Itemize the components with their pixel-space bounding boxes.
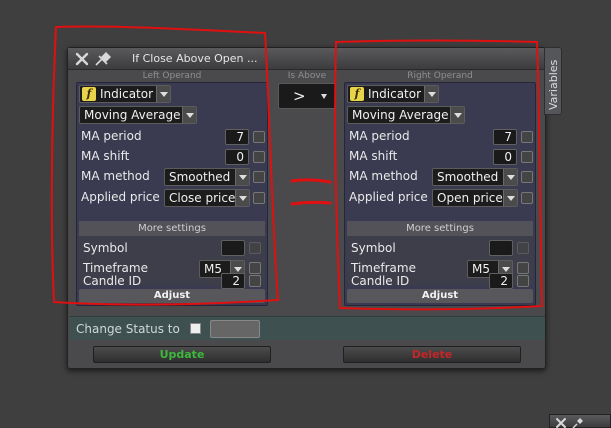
left-symbol-label: Symbol <box>83 241 128 255</box>
right-ma-method-dropdown[interactable]: Smoothed <box>432 168 518 186</box>
chevron-down-icon[interactable] <box>503 169 517 185</box>
function-icon: f <box>350 87 364 101</box>
change-status-input[interactable] <box>210 320 260 338</box>
left-ma-shift-checkbox[interactable] <box>253 151 265 163</box>
right-applied-price-label: Applied price <box>349 190 428 204</box>
right-symbol-input[interactable] <box>489 240 513 256</box>
right-symbol-checkbox[interactable] <box>517 242 529 254</box>
left-type-value: Indicator <box>100 87 154 101</box>
close-icon[interactable] <box>74 51 90 67</box>
left-timeframe-value: M5 <box>204 262 222 276</box>
chevron-down-icon[interactable] <box>182 107 196 123</box>
right-ma-method-value: Smoothed <box>437 170 499 184</box>
chevron-down-icon[interactable] <box>450 107 464 123</box>
right-ma-period-input[interactable]: 7 <box>493 129 517 145</box>
left-symbol-input[interactable] <box>221 240 245 256</box>
left-timeframe-checkbox[interactable] <box>249 262 261 274</box>
left-candle-id-checkbox[interactable] <box>249 275 261 287</box>
chevron-down-icon[interactable] <box>156 86 170 102</box>
chevron-down-icon[interactable] <box>321 94 327 99</box>
change-status-checkbox[interactable] <box>190 323 201 334</box>
right-ma-period-label: MA period <box>349 129 410 143</box>
left-indicator-value: Moving Average <box>84 108 181 122</box>
left-operand-panel: f Indicator Moving Average MA period 7 M… <box>76 82 268 306</box>
left-operand-caption: Left Operand <box>142 71 202 81</box>
right-ma-method-checkbox[interactable] <box>521 171 533 183</box>
variables-tab[interactable]: Variables <box>544 47 562 115</box>
right-type-dropdown[interactable]: f Indicator <box>347 85 439 103</box>
right-candle-id-checkbox[interactable] <box>517 275 529 287</box>
right-operand-caption: Right Operand <box>407 71 473 81</box>
left-ma-period-checkbox[interactable] <box>253 131 265 143</box>
left-indicator-dropdown[interactable]: Moving Average <box>79 106 197 124</box>
pin-icon[interactable] <box>572 417 584 428</box>
chevron-down-icon[interactable] <box>235 169 249 185</box>
right-indicator-dropdown[interactable]: Moving Average <box>347 106 465 124</box>
right-applied-price-checkbox[interactable] <box>521 192 533 204</box>
right-ma-shift-label: MA shift <box>349 149 398 163</box>
change-status-label: Change Status to <box>76 322 180 336</box>
left-ma-method-checkbox[interactable] <box>253 171 265 183</box>
right-operand-panel: f Indicator Moving Average MA period 7 M… <box>344 82 536 306</box>
right-candle-id-label: Candle ID <box>351 274 410 288</box>
comparison-operator-dropdown[interactable]: > <box>278 83 336 109</box>
delete-button[interactable]: Delete <box>343 346 521 363</box>
right-ma-shift-checkbox[interactable] <box>521 151 533 163</box>
left-symbol-checkbox[interactable] <box>249 242 261 254</box>
right-candle-id-input[interactable]: 2 <box>489 273 513 289</box>
left-applied-price-checkbox[interactable] <box>253 192 265 204</box>
dialog-title: If Close Above Open ... <box>132 52 258 65</box>
right-applied-price-dropdown[interactable]: Open price <box>432 189 518 207</box>
partial-window-titlebar[interactable] <box>549 414 611 428</box>
right-ma-period-checkbox[interactable] <box>521 131 533 143</box>
right-ma-shift-input[interactable]: 0 <box>493 149 517 165</box>
left-ma-shift-label: MA shift <box>81 149 130 163</box>
pin-icon[interactable] <box>94 51 112 67</box>
condition-dialog: If Close Above Open ... Left Operand Is … <box>67 47 546 369</box>
right-adjust-button[interactable]: Adjust <box>347 289 533 303</box>
function-icon: f <box>82 87 96 101</box>
chevron-down-icon[interactable] <box>235 190 249 206</box>
left-ma-period-label: MA period <box>81 129 142 143</box>
left-ma-method-dropdown[interactable]: Smoothed <box>164 168 250 186</box>
right-type-value: Indicator <box>368 87 422 101</box>
right-applied-price-value: Open price <box>437 191 503 205</box>
right-timeframe-value: M5 <box>472 262 490 276</box>
right-timeframe-checkbox[interactable] <box>517 262 529 274</box>
update-button[interactable]: Update <box>93 346 271 363</box>
left-applied-price-value: Close price <box>169 191 236 205</box>
change-status-bar: Change Status to <box>70 316 545 340</box>
left-ma-method-value: Smoothed <box>169 170 231 184</box>
left-candle-id-label: Candle ID <box>83 274 142 288</box>
right-symbol-label: Symbol <box>351 241 396 255</box>
chevron-down-icon[interactable] <box>424 86 438 102</box>
is-above-caption: Is Above <box>287 71 327 81</box>
left-adjust-button[interactable]: Adjust <box>79 289 265 303</box>
right-more-settings-header[interactable]: More settings <box>347 222 533 236</box>
left-type-dropdown[interactable]: f Indicator <box>79 85 171 103</box>
left-candle-id-input[interactable]: 2 <box>221 273 245 289</box>
chevron-down-icon[interactable] <box>503 190 517 206</box>
close-icon[interactable] <box>555 417 567 428</box>
variables-tab-label: Variables <box>547 59 560 110</box>
left-ma-method-label: MA method <box>81 169 150 183</box>
right-indicator-value: Moving Average <box>352 108 449 122</box>
left-applied-price-label: Applied price <box>81 190 160 204</box>
left-ma-shift-input[interactable]: 0 <box>225 149 249 165</box>
left-applied-price-dropdown[interactable]: Close price <box>164 189 250 207</box>
left-more-settings-header[interactable]: More settings <box>79 222 265 236</box>
right-ma-method-label: MA method <box>349 169 418 183</box>
left-ma-period-input[interactable]: 7 <box>225 129 249 145</box>
title-bar[interactable]: If Close Above Open ... <box>68 48 545 70</box>
comparison-operator-value: > <box>293 87 306 105</box>
